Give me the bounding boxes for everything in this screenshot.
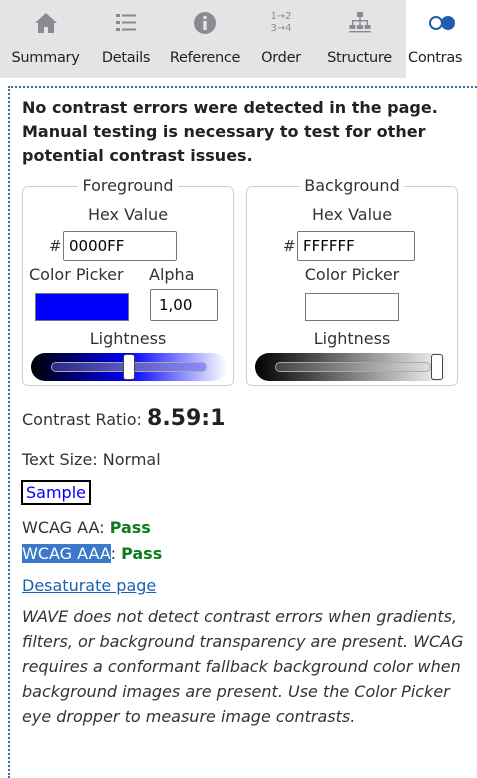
contrast-note: WAVE does not detect contrast errors whe… <box>22 607 464 726</box>
fg-lightness-slider[interactable] <box>31 353 227 381</box>
tab-label: Reference <box>169 50 241 66</box>
background-group: Background Hex Value # Color Picker Ligh… <box>246 176 458 386</box>
wcag-aa-label: WCAG AA <box>22 518 100 537</box>
wcag-aaa-pass: Pass <box>121 544 163 563</box>
background-title: Background <box>300 176 404 195</box>
tab-reference[interactable]: Reference <box>161 0 249 78</box>
list-icon <box>91 0 161 46</box>
sample-text: Sample <box>21 480 91 505</box>
fg-alpha-input[interactable] <box>150 289 218 321</box>
foreground-title: Foreground <box>78 176 178 195</box>
tab-summary[interactable]: Summary <box>0 0 91 78</box>
fg-hex-label: Hex Value <box>87 205 169 224</box>
wcag-aa-sep: : <box>99 518 110 537</box>
fg-hash: # <box>49 237 62 255</box>
contrast-icon <box>406 0 477 46</box>
bg-hex-input[interactable] <box>297 231 415 261</box>
tab-details[interactable]: Details <box>91 0 161 78</box>
contrast-ratio: Contrast Ratio: 8.59:1 <box>22 406 225 431</box>
text-size: Text Size: Normal <box>22 450 161 469</box>
contrast-message: No contrast errors were detected in the … <box>22 98 438 165</box>
fg-alpha-label: Alpha <box>149 265 195 284</box>
info-icon <box>161 0 249 46</box>
wcag-aa-result: WCAG AA: Pass <box>22 518 151 537</box>
fg-color-picker[interactable] <box>35 293 129 321</box>
bg-color-picker[interactable] <box>305 293 399 321</box>
tab-label: Details <box>101 50 151 66</box>
bg-hex-label: Hex Value <box>311 205 393 224</box>
tab-order[interactable]: 1→2 3→4 Order <box>249 0 313 78</box>
tab-label: Summary <box>11 50 80 66</box>
order-icon-top: 1→2 <box>270 11 292 22</box>
wcag-aaa-result: WCAG AAA: Pass <box>22 544 162 563</box>
bg-lightness-label: Lightness <box>313 329 391 348</box>
order-icon: 1→2 3→4 <box>249 0 313 46</box>
bg-hash: # <box>283 237 296 255</box>
bg-color-picker-label: Color Picker <box>304 265 400 284</box>
wcag-aa-pass: Pass <box>109 518 151 537</box>
tab-label: Contras <box>408 50 463 66</box>
bg-lightness-slider[interactable] <box>255 353 451 381</box>
tab-label: Order <box>261 50 301 66</box>
home-icon <box>0 0 91 46</box>
wcag-aaa-sep: : <box>110 544 122 563</box>
tab-structure[interactable]: Structure <box>313 0 406 78</box>
tab-label: Structure <box>327 50 392 66</box>
structure-icon <box>313 0 406 46</box>
contrast-ratio-value: 8.59:1 <box>147 406 226 431</box>
contrast-panel: No contrast errors were detected in the … <box>8 86 477 778</box>
desaturate-link[interactable]: Desaturate page <box>22 576 156 595</box>
contrast-ratio-label: Contrast Ratio: <box>22 410 148 429</box>
tab-bar: Summary Details Reference 1→2 3→4 Order … <box>0 0 477 78</box>
order-icon-bottom: 3→4 <box>270 23 292 34</box>
bg-slider-track <box>275 362 431 372</box>
bg-slider-thumb[interactable] <box>431 354 443 380</box>
tab-contrast[interactable]: Contras <box>406 0 477 78</box>
foreground-group: Foreground Hex Value # Color Picker Alph… <box>22 176 234 386</box>
fg-lightness-label: Lightness <box>89 329 167 348</box>
fg-hex-input[interactable] <box>63 231 177 261</box>
wcag-aaa-label: WCAG AAA <box>22 544 111 563</box>
fg-color-picker-label: Color Picker <box>29 265 124 284</box>
fg-slider-thumb[interactable] <box>123 354 135 380</box>
